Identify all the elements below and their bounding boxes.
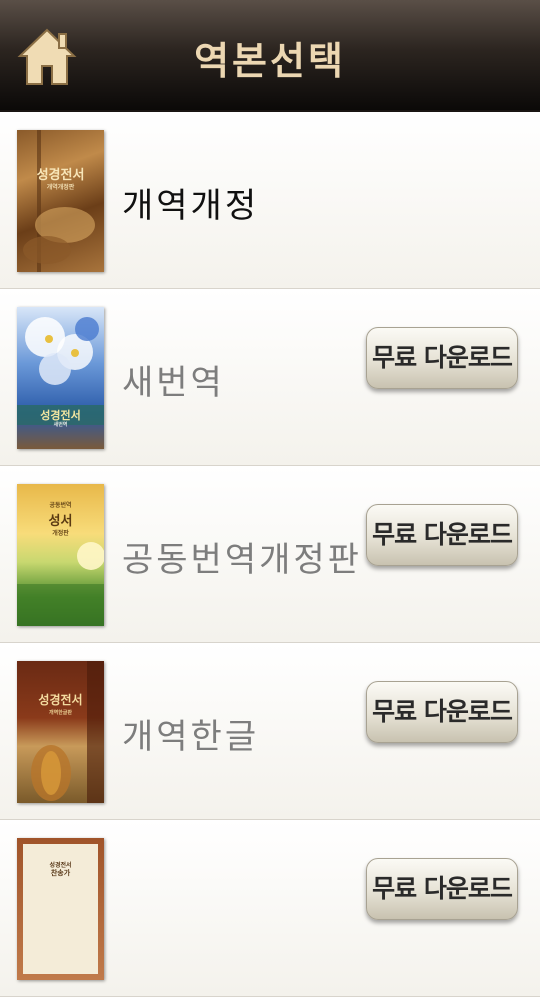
version-row-saebeonyeok[interactable]: 성경전서 새번역 새번역 무료 다운로드 (0, 289, 540, 466)
cover-subtitle: 개역개정판 (46, 184, 75, 191)
cover-title: 찬송가 (50, 868, 71, 877)
version-name: 개역한글 (122, 717, 260, 757)
cover-title: 성서 (48, 514, 73, 529)
cover-image: 성경전서 개역한글판 (17, 661, 104, 803)
app-header: 역본선택 (0, 0, 540, 112)
version-row-gaeyeok-hangeul[interactable]: 성경전서 개역한글판 개역한글 무료 다운로드 (0, 643, 540, 820)
cover-title: 성경전서 (36, 168, 85, 183)
cover-image: 공동번역 성서 개정판 (17, 484, 104, 626)
cover-image: 성경전서 찬송가 (17, 838, 104, 980)
free-download-button[interactable]: 무료 다운로드 (366, 327, 518, 389)
free-download-button[interactable]: 무료 다운로드 (366, 858, 518, 920)
cover-subtitle: 개역한글판 (48, 710, 72, 716)
cover-top-text: 공동번역 (49, 502, 72, 509)
cover-subtitle: 새번역 (53, 422, 68, 428)
version-name: 공동번역개정판 (122, 540, 362, 580)
cover-subtitle: 개정판 (52, 530, 69, 537)
corn-illustration (31, 661, 104, 803)
version-name: 개역개정 (122, 186, 260, 226)
version-row-partial[interactable]: 성경전서 찬송가 무료 다운로드 (0, 820, 540, 997)
page-title: 역본선택 (194, 39, 346, 83)
version-list: 성경전서 개역개정판 개역개정 성경전서 새번역 새번역 무료 다운로드 공동번… (0, 112, 540, 997)
version-name: 새번역 (122, 363, 225, 403)
cover-image: 성경전서 개역개정판 (17, 130, 104, 272)
version-row-gaeyeok-gaejeong[interactable]: 성경전서 개역개정판 개역개정 (0, 112, 540, 289)
free-download-button[interactable]: 무료 다운로드 (366, 504, 518, 566)
wheat-illustration (23, 130, 95, 272)
cover-title: 성경전서 (38, 693, 83, 707)
cover-image: 성경전서 새번역 (17, 307, 104, 449)
free-download-button[interactable]: 무료 다운로드 (366, 681, 518, 743)
version-row-gongdong-beonyeok[interactable]: 공동번역 성서 개정판 공동번역개정판 무료 다운로드 (0, 466, 540, 643)
